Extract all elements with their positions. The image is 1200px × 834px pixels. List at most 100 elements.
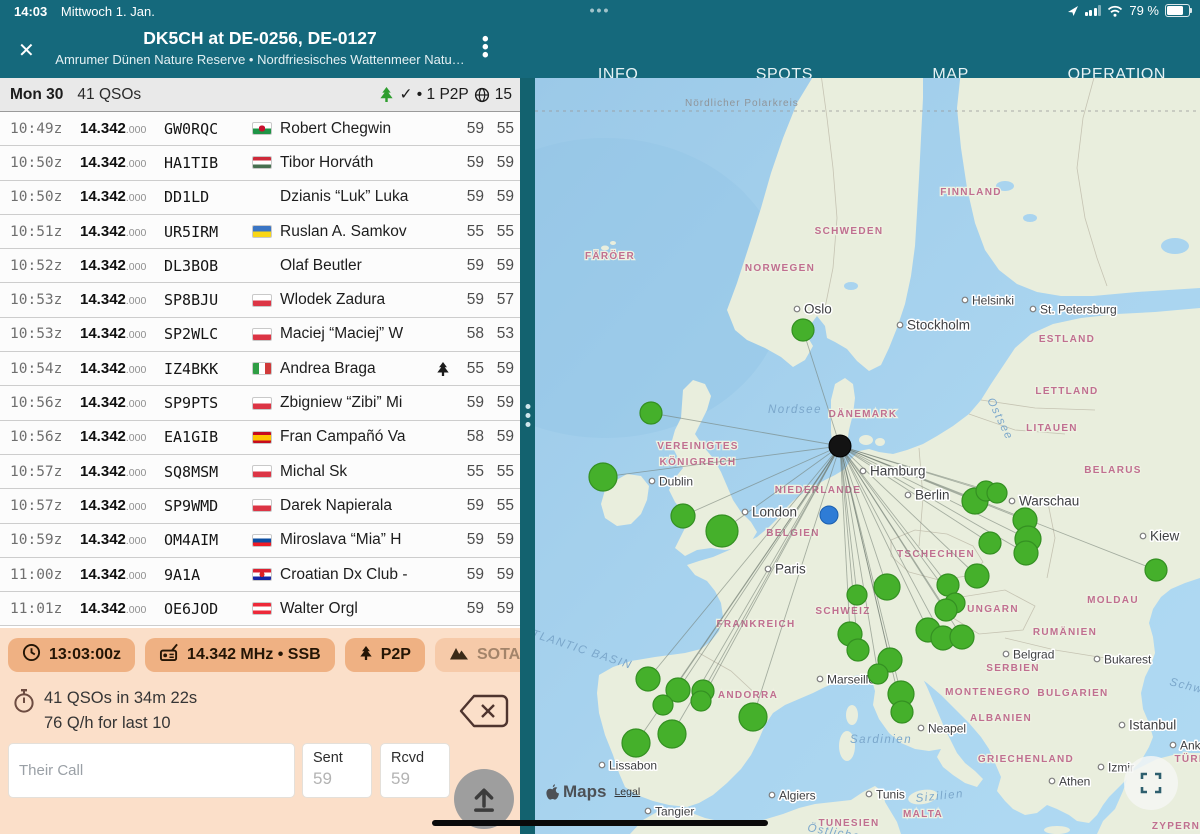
tree-icon [436, 361, 450, 377]
log-day: Mon 30 [10, 86, 63, 104]
qso-rst-rcvd: 59 [484, 566, 514, 584]
legal-link[interactable]: Legal [614, 786, 640, 798]
city-marker [742, 509, 748, 515]
qso-callsign: UR5IRM [164, 223, 252, 241]
qso-station-dot[interactable] [847, 585, 867, 605]
log-row[interactable]: 10:50z14.342.000HA1TIBTibor Horváth5959 [0, 146, 520, 180]
qso-name: Andrea Braga [280, 360, 436, 378]
log-row[interactable]: 10:50z14.342.000DD1LDDzianis “Luk” Luka5… [0, 181, 520, 215]
qso-station-dot[interactable] [671, 504, 695, 528]
city-label: Berlin [915, 488, 950, 503]
qso-time: 11:01z [10, 601, 80, 617]
qso-rst-sent: 55 [454, 360, 484, 378]
log-row[interactable]: 11:01z14.342.000OE6JODWalter Orgl5959 [0, 592, 520, 626]
qso-rst-rcvd: 55 [484, 497, 514, 515]
their-call-input[interactable] [8, 743, 295, 798]
qso-station-dot[interactable] [589, 463, 617, 491]
log-row[interactable]: 10:56z14.342.000EA1GIBFran Campañó Va585… [0, 421, 520, 455]
qso-station-dot[interactable] [935, 599, 957, 621]
qso-station-dot[interactable] [658, 720, 686, 748]
qso-station-dot[interactable] [706, 515, 738, 547]
blue-station-dot[interactable] [820, 506, 838, 524]
qso-station-dot[interactable] [987, 483, 1007, 503]
log-row[interactable]: 10:59z14.342.000OM4AIMMiroslava “Mia” H5… [0, 524, 520, 558]
qso-rst-rcvd: 55 [484, 223, 514, 241]
log-group-header[interactable]: Mon 30 41 QSOs ✓ • 1 P2P 15 [0, 78, 520, 112]
battery-percent: 79 % [1129, 3, 1159, 18]
region-label: SCHWEIZ [815, 606, 870, 617]
chip-label: 14.342 MHz • SSB [187, 646, 321, 664]
rcvd-field[interactable]: Rcvd 59 [380, 743, 450, 798]
log-row[interactable]: 10:57z14.342.000SQ8MSMMichal Sk5555 [0, 455, 520, 489]
qso-station-dot[interactable] [1145, 559, 1167, 581]
qso-station-dot[interactable] [965, 564, 989, 588]
sent-field[interactable]: Sent 59 [302, 743, 372, 798]
qso-name: Miroslava “Mia” H [280, 531, 436, 549]
chip-sota[interactable]: SOTA [435, 638, 520, 672]
log-row[interactable]: 11:00z14.342.0009A1ACroatian Dx Club -59… [0, 558, 520, 592]
upload-arrow-icon [470, 785, 498, 813]
qso-station-dot[interactable] [636, 667, 660, 691]
region-label: ZYPERN [1152, 821, 1200, 832]
panel-divider[interactable] [520, 78, 535, 834]
qso-station-dot[interactable] [739, 703, 767, 731]
city-label: Tunis [876, 788, 905, 802]
globe-icon [474, 87, 490, 103]
qso-station-dot[interactable] [868, 664, 888, 684]
log-row[interactable]: 10:54z14.342.000IZ4BKKAndrea Braga5559 [0, 352, 520, 386]
overflow-menu-icon[interactable]: ••• [482, 36, 489, 60]
qso-callsign: DD1LD [164, 188, 252, 206]
qso-station-dot[interactable] [950, 625, 974, 649]
qso-rst-rcvd: 55 [484, 463, 514, 481]
austria-flag-icon [252, 602, 272, 615]
chip-p2p[interactable]: P2P [345, 638, 425, 672]
log-row[interactable]: 10:51z14.342.000UR5IRMRuslan A. Samkov55… [0, 215, 520, 249]
qso-station-dot[interactable] [891, 701, 913, 723]
qso-frequency: 14.342.000 [80, 428, 164, 446]
log-row[interactable]: 10:52z14.342.000DL3BOBOlaf Beutler5959 [0, 249, 520, 283]
city-marker [1098, 764, 1104, 770]
city-label: Algiers [779, 789, 816, 803]
region-label: RUMÄNIEN [1033, 625, 1097, 638]
app-header: ✕ DK5CH at DE-0256, DE-0127 Amrumer Düne… [0, 24, 1200, 78]
qso-station-dot[interactable] [640, 402, 662, 424]
log-row[interactable]: 10:57z14.342.000SP9WMDDarek Napierala595… [0, 489, 520, 523]
qso-rst-sent: 55 [454, 463, 484, 481]
rcvd-value: 59 [391, 769, 439, 789]
region-label: TUNESIEN [819, 818, 880, 829]
home-indicator[interactable] [432, 820, 768, 826]
qso-rst-rcvd: 59 [484, 188, 514, 206]
log-list: 10:49z14.342.000GW0RQCRobert Chegwin5955… [0, 112, 520, 626]
qso-time: 10:53z [10, 326, 80, 342]
city-label: Kiew [1150, 529, 1180, 544]
fullscreen-button[interactable] [1124, 756, 1178, 810]
close-icon[interactable]: ✕ [18, 38, 35, 63]
log-row[interactable]: 10:56z14.342.000SP9PTSZbigniew “Zibi” Mi… [0, 386, 520, 420]
log-row[interactable]: 10:53z14.342.000SP2WLCMaciej “Maciej” W5… [0, 318, 520, 352]
qso-rst-rcvd: 59 [484, 154, 514, 172]
qso-flag [252, 225, 280, 238]
qso-station-dot[interactable] [622, 729, 650, 757]
qso-station-dot[interactable] [792, 319, 814, 341]
radio-icon [159, 643, 179, 667]
origin-station-dot[interactable] [829, 435, 851, 457]
qso-station-dot[interactable] [653, 695, 673, 715]
apple-maps-logo: Maps [546, 782, 606, 802]
city-label: Helsinki [972, 294, 1014, 308]
drag-handle-icon[interactable] [525, 404, 530, 427]
chip-13-03-00z[interactable]: 13:03:00z [8, 638, 135, 672]
backspace-button[interactable] [458, 692, 510, 735]
qso-station-dot[interactable] [691, 691, 711, 711]
qso-station-dot[interactable] [847, 639, 869, 661]
qso-station-dot[interactable] [979, 532, 1001, 554]
log-row[interactable]: 10:49z14.342.000GW0RQCRobert Chegwin5955 [0, 112, 520, 146]
qso-station-dot[interactable] [1014, 541, 1038, 565]
region-label: DÄNEMARK [829, 407, 898, 420]
qso-name: Robert Chegwin [280, 120, 436, 138]
region-label: SCHWEDEN [815, 226, 884, 237]
log-row[interactable]: 10:53z14.342.000SP8BJUWlodek Zadura5957 [0, 283, 520, 317]
qso-station-dot[interactable] [874, 574, 900, 600]
chip-14-342-mhz-ssb[interactable]: 14.342 MHz • SSB [145, 638, 335, 672]
map-view[interactable]: Nördlicher Polarkreis NordseeOstseeSchwa… [535, 78, 1200, 834]
city-marker [1094, 656, 1100, 662]
